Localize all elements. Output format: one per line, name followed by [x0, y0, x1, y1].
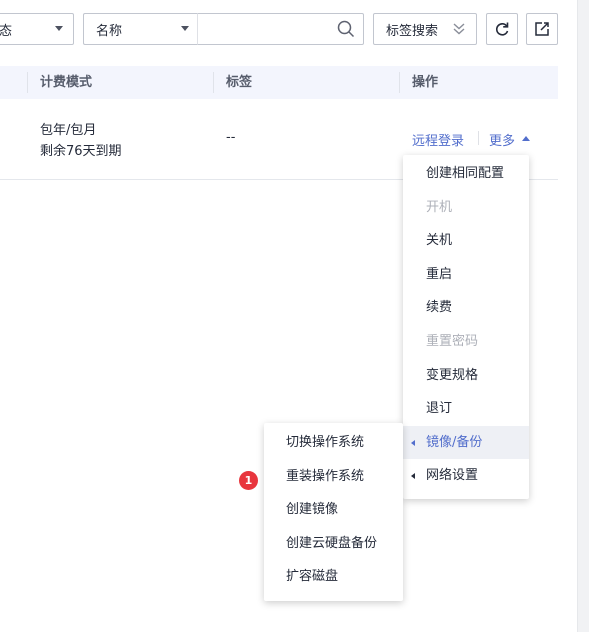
- refresh-button[interactable]: [486, 13, 518, 45]
- search-input[interactable]: [197, 13, 364, 45]
- double-chevron-down-icon: [453, 23, 465, 35]
- remote-login-link[interactable]: 远程登录: [412, 130, 464, 149]
- action-divider: [478, 131, 479, 145]
- menu-item-power-on: 开机: [426, 199, 453, 215]
- billing-mode: 包年/包月: [40, 123, 97, 138]
- menu-item-network-settings-label: 网络设置: [426, 468, 479, 484]
- search-field-select-value: 名称: [96, 23, 123, 39]
- more-actions-link[interactable]: 更多: [489, 130, 515, 149]
- menu-item-image-backup[interactable]: 镜像/备份: [403, 425, 529, 460]
- menu-item-power-off[interactable]: 关机: [403, 224, 529, 258]
- column-header-billing: 计费模式: [40, 75, 93, 90]
- column-divider: [399, 72, 400, 93]
- image-backup-submenu: 切换操作系统 重装操作系统 创建镜像 创建云硬盘备份 扩容磁盘: [264, 423, 403, 601]
- search-icon[interactable]: [337, 20, 355, 38]
- column-header-tags: 标签: [226, 75, 253, 90]
- export-icon: [535, 22, 549, 36]
- caret-left-icon: [411, 473, 415, 480]
- more-actions-menu: 创建相同配置 开机 关机 重启 续费 重置密码 变更规格 退订 镜像/备份 网络…: [403, 155, 529, 499]
- table-header: 计费模式 标签 操作: [0, 66, 558, 99]
- status-select[interactable]: 态: [0, 13, 74, 45]
- menu-item-reset-password: 重置密码: [426, 333, 479, 349]
- tag-search-label: 标签搜索: [386, 23, 439, 39]
- submenu-item-create-image[interactable]: 创建镜像: [264, 493, 403, 527]
- menu-item-unsubscribe[interactable]: 退订: [403, 392, 529, 426]
- column-header-actions: 操作: [412, 75, 439, 90]
- chevron-up-icon: [522, 136, 530, 141]
- menu-item-change-spec[interactable]: 变更规格: [403, 359, 529, 393]
- search-field-select[interactable]: 名称: [83, 13, 199, 45]
- tag-search-button[interactable]: 标签搜索: [373, 13, 477, 45]
- menu-item-image-backup-label: 镜像/备份: [426, 434, 483, 450]
- billing-remaining: 剩余76天到期: [40, 144, 122, 159]
- export-button[interactable]: [526, 13, 558, 45]
- submenu-item-reinstall-os[interactable]: 重装操作系统: [264, 460, 403, 494]
- menu-item-network-settings[interactable]: 网络设置: [403, 459, 529, 493]
- chevron-down-icon: [181, 26, 189, 31]
- chevron-down-icon: [55, 26, 63, 31]
- step-badge: 1: [239, 471, 258, 490]
- menu-item-restart[interactable]: 重启: [403, 258, 529, 292]
- menu-item-renew[interactable]: 续费: [403, 291, 529, 325]
- page-scrollbar[interactable]: [577, 0, 589, 632]
- refresh-icon: [496, 22, 509, 36]
- tags-value: --: [226, 130, 236, 145]
- caret-left-icon: [411, 439, 415, 446]
- status-select-value: 态: [0, 23, 13, 39]
- column-divider: [27, 72, 28, 93]
- menu-item-create-same-config[interactable]: 创建相同配置: [403, 157, 529, 191]
- submenu-item-expand-disk[interactable]: 扩容磁盘: [264, 560, 403, 594]
- column-divider: [213, 72, 214, 93]
- submenu-item-switch-os[interactable]: 切换操作系统: [264, 426, 403, 460]
- submenu-item-create-disk-backup[interactable]: 创建云硬盘备份: [264, 527, 403, 561]
